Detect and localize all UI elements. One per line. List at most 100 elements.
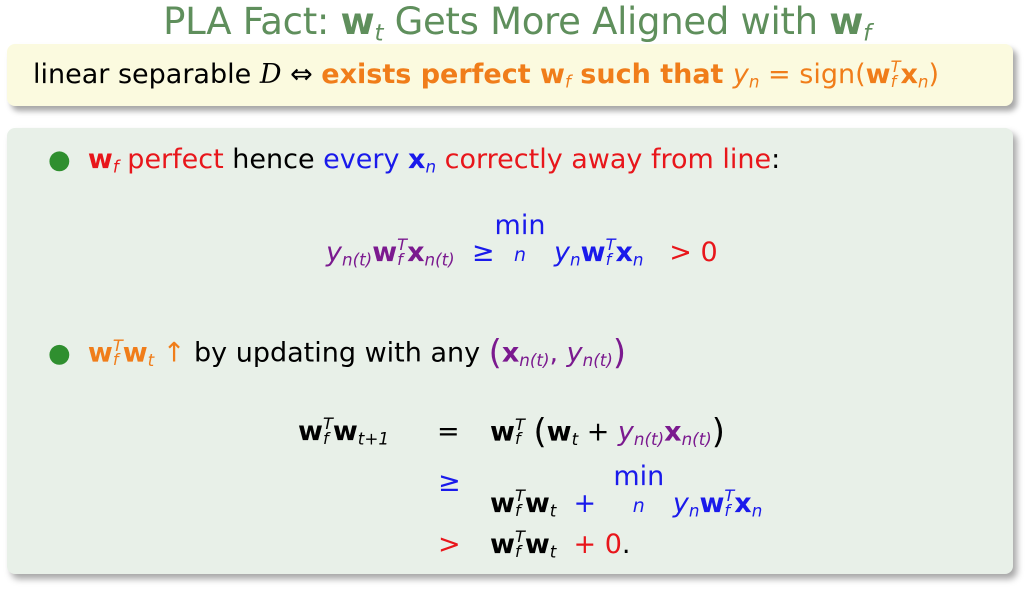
eq2-r2-n: n: [688, 500, 700, 521]
title-w: w: [340, 0, 375, 43]
eq2-r1-w2: w: [546, 416, 572, 448]
eq2-row-3-rhs: w Tf wt + 0.: [490, 525, 631, 572]
eq1-nt: n(t): [341, 249, 373, 270]
b2-y: y: [566, 337, 583, 369]
eq2-r3-w: w: [490, 529, 515, 560]
eq2-row-2-rhs: w Tf wt + min n ynw Tf xn: [490, 463, 762, 531]
title-prefix: PLA Fact:: [163, 0, 341, 43]
def-close: ): [928, 59, 940, 90]
def-dataset-symbol: D: [259, 59, 282, 90]
b2-comma: ,: [549, 337, 567, 369]
b1-hence: hence: [223, 144, 324, 175]
eq2-r1-y: y: [617, 416, 634, 448]
title-t-subscript: t: [374, 20, 384, 47]
eq2-r1-w: w: [490, 416, 515, 448]
def-supsub: Tf: [890, 57, 901, 92]
eq2-lhs-t1: t+1: [357, 428, 390, 449]
b1-n: n: [425, 156, 437, 177]
def-y: y: [732, 59, 749, 90]
def-x: x: [900, 59, 918, 90]
b2-nt2: n(t): [582, 349, 613, 370]
b2-text: by updating with any: [185, 337, 489, 369]
bullet-2: ● w Tf wt ↑ by updating with any (xn(t), y…: [48, 333, 626, 380]
eq1-y2: y: [554, 237, 571, 268]
def-w: w: [540, 59, 565, 90]
definition-text: linear separable D ⇔ exists perfect wf s…: [33, 54, 939, 103]
eq1-n-sub2: n: [632, 249, 644, 270]
b1-x: x: [408, 144, 426, 175]
eq2-row-1-rhs: wTf (wt + yn(t)xn(t)): [490, 412, 725, 459]
eq1-nt2: n(t): [424, 249, 455, 270]
b1-colon: :: [771, 144, 781, 175]
eq2-r1-rp: ): [711, 412, 725, 451]
b2-w: w: [87, 337, 113, 369]
slide-title: PLA Fact: wt Gets More Aligned with wf: [0, 0, 1034, 47]
equation-1: yn(t)w Tf xn(t) ≥min n ynw Tf xn > 0: [326, 212, 718, 280]
def-n-sub: n: [748, 71, 760, 92]
bullet-1: ● wf perfect hence every xn correctly aw…: [48, 140, 780, 187]
b1-perfect: perfect: [118, 144, 224, 175]
eq2-r2-supsub: Tf: [514, 486, 525, 521]
eq2-lhs-supsub: Tf: [322, 414, 333, 449]
def-iff: ⇔: [281, 59, 322, 90]
b2-x: x: [501, 337, 520, 369]
eq2-r2-y: y: [672, 488, 689, 519]
b2-w2: w: [122, 337, 148, 369]
eq2-row-2-op: ≥: [438, 463, 461, 503]
b2-supsub: Tf: [112, 335, 123, 370]
bullet-dot-icon: ●: [48, 145, 71, 175]
eq2-r1-nt: n(t): [633, 428, 665, 449]
b2-nt: n(t): [519, 349, 550, 370]
eq2-equals: =: [437, 416, 460, 447]
eq2-lhs-w2: w: [332, 416, 358, 447]
eq1-x: x: [407, 237, 425, 268]
eq2-r1-plus: +: [578, 416, 618, 448]
title-w2: w: [829, 0, 864, 43]
eq2-row-3-op: >: [438, 525, 461, 565]
b1-every: every: [323, 144, 409, 175]
eq1-ge: ≥: [471, 237, 495, 268]
eq1-w: w: [372, 237, 398, 268]
eq2-row-1-op: =: [437, 412, 460, 452]
eq1-min: min n: [494, 210, 546, 266]
b1-w: w: [87, 144, 113, 175]
eq2-r3-plus-zero: + 0: [573, 529, 622, 560]
eq2-r2-min: min n: [613, 461, 665, 517]
title-f-subscript: f: [863, 20, 871, 47]
title-middle: Gets More Aligned with: [383, 0, 830, 43]
def-n-sub2: n: [917, 71, 929, 92]
eq2-r2-plus: +: [573, 488, 597, 519]
eq1-x2: x: [615, 237, 633, 268]
def-such-that: such that: [570, 59, 733, 90]
b2-up-arrow: ↑: [154, 337, 186, 369]
eq1-y: y: [326, 237, 342, 268]
eq1-supsub2: Tf: [605, 235, 616, 270]
eq1-gt: >: [669, 237, 692, 268]
eq2-r1-x: x: [664, 416, 682, 448]
eq2-r1-supsub: Tf: [514, 414, 525, 449]
def-w2: w: [865, 59, 891, 90]
eq2-row-1: w Tf wt+1: [298, 412, 389, 459]
eq2-ge: ≥: [438, 467, 461, 498]
b2-rp: ): [612, 333, 627, 372]
eq2-r1-lp: (: [533, 412, 547, 451]
b1-away: correctly away from line: [436, 144, 772, 175]
eq1-n-sub: n: [570, 249, 581, 270]
bullet-dot-icon: ●: [48, 338, 71, 369]
eq2-r2-w3: w: [699, 488, 725, 519]
eq2-r3-supsub: Tf: [514, 527, 525, 562]
eq2-lhs-w: w: [298, 416, 323, 447]
eq1-w2: w: [580, 237, 606, 268]
eq2-r2-n2: n: [751, 500, 763, 521]
eq2-r3-t: t: [549, 541, 557, 562]
def-exists-perfect: exists perfect: [321, 59, 541, 90]
b2-lp: (: [488, 333, 502, 372]
eq2-r3-dot: .: [621, 529, 631, 560]
eq2-r2-w: w: [490, 488, 515, 519]
eq2-r2-w2: w: [524, 488, 550, 519]
def-linear-separable: linear separable: [33, 59, 260, 90]
eq1-supsub: Tf: [397, 235, 408, 270]
eq1-zero: 0: [700, 237, 718, 268]
eq2-r3-w2: w: [524, 529, 550, 560]
eq2-r2-supsub2: Tf: [724, 486, 735, 521]
